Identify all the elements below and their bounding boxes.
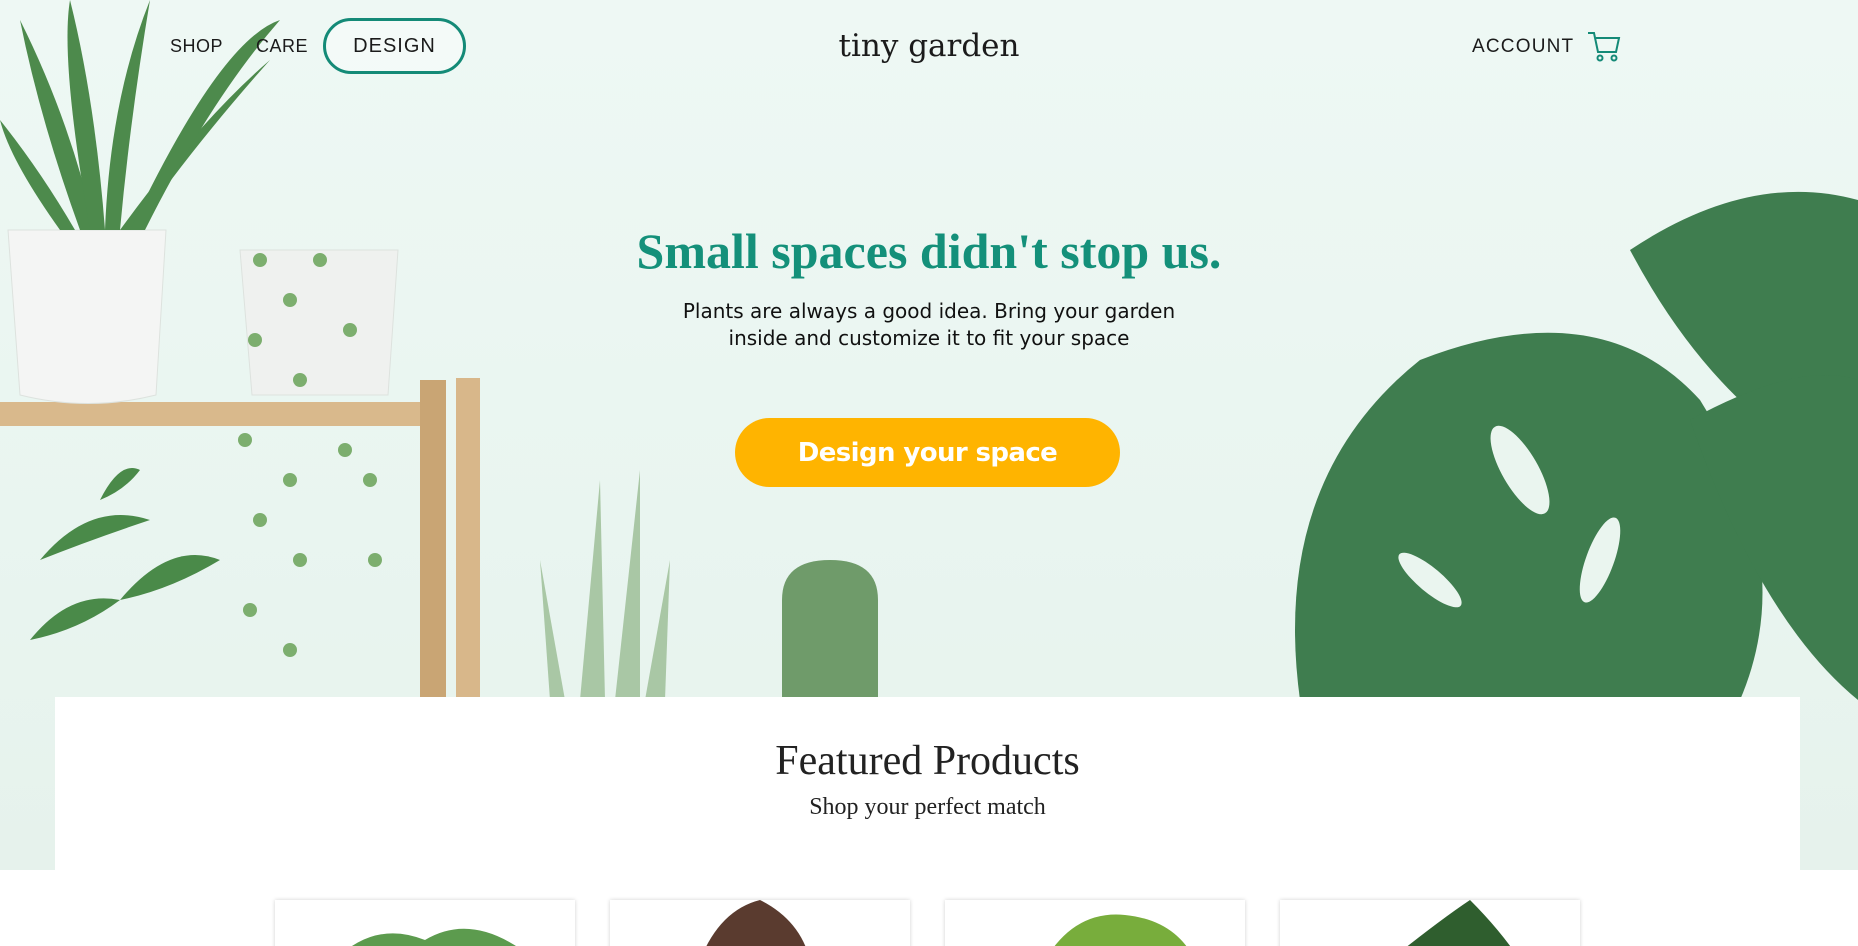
product-card[interactable] [275, 900, 575, 946]
product-image [706, 900, 806, 946]
nav-account[interactable]: ACCOUNT [1472, 36, 1574, 58]
product-image [1054, 914, 1187, 946]
design-your-space-button[interactable]: Design your space [735, 418, 1120, 487]
snake-plant [540, 470, 670, 700]
product-image [1407, 900, 1511, 946]
product-image [352, 928, 516, 946]
product-card[interactable] [610, 900, 910, 946]
cactus [782, 560, 878, 700]
hero-headline: Small spaces didn't stop us. [636, 223, 1222, 279]
featured-title: Featured Products [775, 738, 1080, 784]
featured-section: Featured Products Shop your perfect matc… [55, 697, 1800, 870]
cart-icon[interactable] [1586, 28, 1622, 64]
site-logo[interactable]: tiny garden [0, 28, 1858, 64]
small-plant [30, 468, 220, 640]
shelf-board [0, 402, 420, 426]
product-card[interactable] [1280, 900, 1580, 946]
featured-subtitle: Shop your perfect match [809, 794, 1046, 820]
hero-subline: Plants are always a good idea. Bring you… [682, 299, 1176, 350]
product-card[interactable] [945, 900, 1245, 946]
